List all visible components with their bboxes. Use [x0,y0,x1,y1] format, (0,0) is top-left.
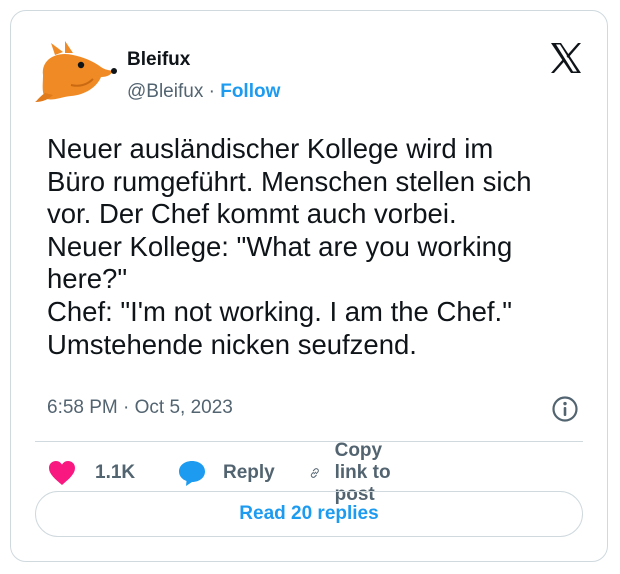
like-count: 1.1K [95,462,136,483]
info-button[interactable] [551,395,579,423]
handle-separator: · [203,81,221,102]
reply-label: Reply [223,462,275,483]
speech-bubble-icon [179,461,205,486]
heart-icon [49,461,75,485]
copy-link-button[interactable]: Copy link to post [309,440,399,505]
link-icon [310,468,319,478]
author-avatar[interactable] [35,39,117,103]
reply-button[interactable]: Reply [177,458,275,488]
tweet-card: Bleifux @Bleifux · Follow Neuer ausländi… [10,10,608,562]
author-name[interactable]: Bleifux [127,49,190,71]
fox-avatar-icon [35,41,117,102]
tweet-timestamp[interactable]: 6:58 PM · Oct 5, 2023 [47,397,233,419]
info-icon [552,396,578,422]
divider [35,441,583,442]
follow-button[interactable]: Follow [220,81,280,102]
tweet-text: Neuer ausländischer Kollege wird im Büro… [47,133,532,360]
like-button[interactable]: 1.1K [47,458,135,488]
x-logo-link[interactable] [549,41,583,75]
x-logo-icon [551,43,581,73]
author-handle[interactable]: @Bleifux [127,81,203,102]
read-replies-button[interactable]: Read 20 replies [35,491,583,537]
author-handle-row: @Bleifux · Follow [127,81,280,103]
